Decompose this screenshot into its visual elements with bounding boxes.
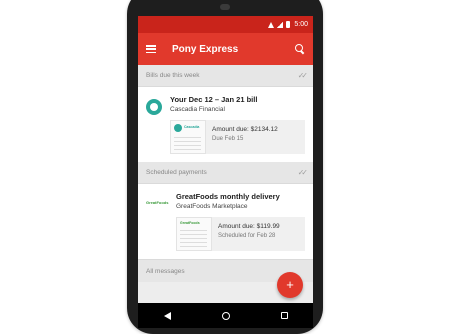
bill-info: Amount due: $119.99 Scheduled for Feb 28 — [212, 217, 305, 251]
amount-due: Amount due: $119.99 — [218, 223, 280, 230]
app-title: Pony Express — [172, 43, 239, 55]
section-title: Bills due this week — [146, 72, 200, 79]
menu-icon[interactable] — [146, 45, 156, 53]
done-all-icon[interactable]: ✓✓ — [298, 168, 309, 177]
search-icon[interactable] — [295, 44, 305, 54]
amount-due: Amount due: $2134.12 — [212, 126, 278, 133]
section-header-bills: Bills due this week ✓✓ — [138, 65, 313, 87]
preview-brand: Cascadia — [184, 125, 200, 129]
section-header-scheduled: Scheduled payments ✓✓ — [138, 162, 313, 184]
phone-screen: 5:00 Pony Express Bills due this week ✓✓… — [138, 16, 313, 316]
card-title: GreatFoods monthly delivery — [176, 192, 280, 201]
battery-icon — [286, 21, 291, 28]
app-bar: Pony Express — [138, 33, 313, 65]
done-all-icon[interactable]: ✓✓ — [298, 71, 309, 80]
bill-card-greatfoods[interactable]: GreatFoods GreatFoods monthly delivery G… — [138, 184, 313, 259]
status-bar: 5:00 — [138, 16, 313, 33]
front-camera — [220, 4, 230, 10]
bill-preview[interactable]: GreatFoods Amount due: $119.99 Scheduled… — [176, 217, 305, 251]
section-title: Scheduled payments — [146, 169, 207, 176]
due-date: Due Feb 15 — [212, 136, 244, 142]
document-thumbnail: GreatFoods — [176, 217, 212, 251]
wifi-icon — [268, 21, 275, 28]
back-icon[interactable] — [163, 311, 171, 320]
card-subtitle: GreatFoods Marketplace — [176, 203, 248, 210]
add-fab-button[interactable]: + — [277, 272, 303, 298]
preview-brand: GreatFoods — [180, 221, 200, 225]
card-subtitle: Cascadia Financial — [170, 106, 225, 113]
greatfoods-logo: GreatFoods — [146, 200, 169, 205]
bill-preview[interactable]: Cascadia Amount due: $2134.12 Due Feb 15 — [170, 120, 305, 154]
home-icon[interactable] — [221, 311, 230, 320]
mini-logo-icon — [174, 124, 182, 132]
card-title: Your Dec 12 – Jan 21 bill — [170, 95, 258, 104]
cascadia-logo-icon — [146, 99, 162, 115]
status-time: 5:00 — [294, 21, 308, 28]
bill-info: Amount due: $2134.12 Due Feb 15 — [206, 120, 305, 154]
recent-apps-icon[interactable] — [280, 312, 288, 319]
system-nav-bar — [138, 303, 313, 328]
bill-card-cascadia[interactable]: Your Dec 12 – Jan 21 bill Cascadia Finan… — [138, 87, 313, 162]
signal-icon — [277, 21, 284, 28]
due-date: Scheduled for Feb 28 — [218, 233, 276, 239]
document-thumbnail: Cascadia — [170, 120, 206, 154]
status-icons — [268, 21, 291, 28]
